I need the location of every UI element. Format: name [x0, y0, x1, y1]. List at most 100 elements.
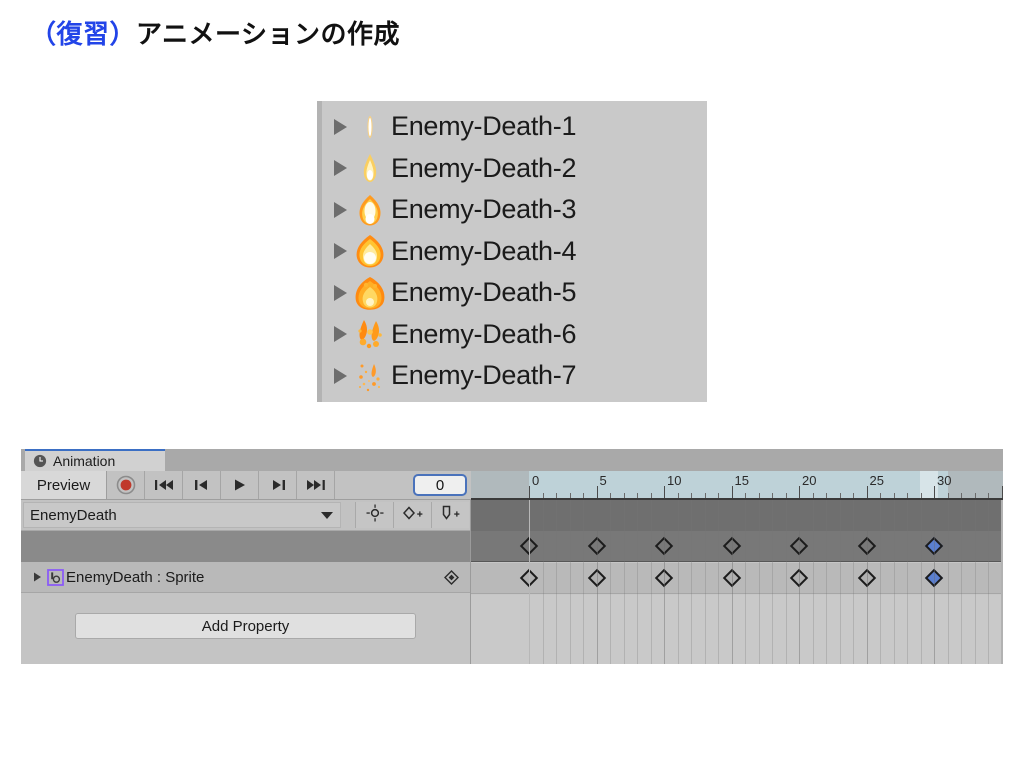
- ruler-major-tick: [1001, 486, 1003, 498]
- current-frame-input[interactable]: 0: [413, 474, 467, 496]
- dopesheet-grid-line: [947, 500, 949, 664]
- sprite-list-item[interactable]: Enemy-Death-7: [327, 355, 576, 396]
- sprite-thumbnail: [353, 359, 387, 393]
- dopesheet[interactable]: [471, 500, 1003, 664]
- sprite-list-item[interactable]: Enemy-Death-4: [327, 231, 576, 272]
- ruler-major-tick: [664, 486, 665, 498]
- ruler-major-tick: [529, 486, 530, 498]
- triangle-right-icon[interactable]: [327, 106, 353, 147]
- triangle-right-icon[interactable]: [327, 189, 353, 230]
- sprite-name-label: Enemy-Death-1: [391, 111, 577, 141]
- dopesheet-header-strip: [471, 500, 1003, 531]
- dopesheet-grid-line: [529, 500, 530, 664]
- triangle-right-icon[interactable]: [327, 314, 353, 355]
- sprite-thumbnail: [353, 110, 387, 144]
- dopesheet-grid-line: [637, 500, 638, 664]
- play-button[interactable]: [221, 471, 259, 499]
- ruler-minor-tick: [583, 493, 584, 498]
- sprite-name-label: Enemy-Death-6: [391, 318, 577, 349]
- tab-animation-label: Animation: [53, 453, 116, 469]
- triangle-right-icon[interactable]: [327, 148, 353, 189]
- dopesheet-summary-row[interactable]: [471, 531, 1003, 562]
- sprite-list-panel: Enemy-Death-1 Enemy-Death-2 Enemy-Death-3 E…: [317, 101, 707, 402]
- tab-bar: Animation: [21, 449, 1003, 471]
- ruler-minor-tick: [650, 493, 652, 498]
- ruler-minor-tick: [880, 493, 881, 498]
- ruler-minor-tick: [542, 493, 544, 498]
- property-row-sprite[interactable]: EnemyDeath : Sprite: [21, 562, 471, 593]
- sprite-list-item[interactable]: Enemy-Death-2: [327, 148, 576, 189]
- clip-name-label: EnemyDeath: [30, 506, 117, 524]
- clock-icon: [33, 454, 47, 468]
- add-property-button[interactable]: Add Property: [75, 613, 416, 639]
- filter-by-selection-button[interactable]: [355, 502, 393, 528]
- skip-to-start-button[interactable]: [145, 471, 183, 499]
- ruler-tick-label: 0: [532, 473, 540, 488]
- dopesheet-grid-line: [731, 500, 733, 664]
- previous-keyframe-button[interactable]: [183, 471, 221, 499]
- step-back-icon: [193, 478, 211, 492]
- dopesheet-grid-line: [583, 500, 584, 664]
- triangle-right-icon[interactable]: [327, 272, 353, 313]
- dopesheet-grid-line: [974, 500, 976, 664]
- sprite-thumbnail: [353, 276, 387, 310]
- dopesheet-grid-line: [839, 500, 841, 664]
- ruler-minor-tick: [677, 493, 679, 498]
- skip-start-icon: [154, 478, 174, 492]
- sprite-thumbnail: [353, 317, 387, 351]
- ruler-tick-label: 20: [802, 473, 817, 488]
- next-keyframe-button[interactable]: [259, 471, 297, 499]
- ruler-minor-tick: [907, 493, 908, 498]
- dopesheet-grid-line: [934, 500, 935, 664]
- ruler-tick-label: 10: [667, 473, 682, 488]
- add-event-button[interactable]: [431, 502, 469, 528]
- triangle-right-icon[interactable]: [327, 231, 353, 272]
- add-keyframe-button[interactable]: [393, 502, 431, 528]
- dopesheet-grid-line: [745, 500, 746, 664]
- page-title-prefix: （復習）: [30, 19, 137, 49]
- sprite-thumbnail: [353, 151, 387, 185]
- ruler-tick-label: 30: [937, 473, 952, 488]
- ruler-major-tick: [866, 486, 868, 498]
- clip-dropdown[interactable]: EnemyDeath: [23, 502, 341, 528]
- dopesheet-grid-line: [880, 500, 881, 664]
- ruler-minor-tick: [745, 493, 746, 498]
- triangle-right-icon[interactable]: [27, 571, 47, 583]
- clip-selector-row: EnemyDeath: [21, 500, 471, 531]
- record-circle-icon: [116, 475, 136, 495]
- sprite-name-label: Enemy-Death-4: [391, 235, 577, 266]
- triangle-right-icon[interactable]: [327, 355, 353, 396]
- diamond-plus-icon: [402, 504, 424, 527]
- ruler-minor-tick: [947, 493, 949, 498]
- dopesheet-grid-line: [569, 500, 571, 664]
- dopesheet-grid-line: [785, 500, 787, 664]
- chevron-down-icon: [320, 507, 334, 524]
- ruler-minor-tick: [691, 493, 692, 498]
- vertical-scrollbar[interactable]: [1001, 500, 1003, 664]
- animation-clip-icon: [47, 568, 64, 586]
- sprite-list-item[interactable]: Enemy-Death-1: [327, 106, 576, 147]
- ruler-tick-label: 5: [599, 473, 607, 488]
- hierarchy-summary-row: [21, 531, 471, 562]
- sprite-list-item[interactable]: Enemy-Death-6: [327, 314, 576, 355]
- ruler-minor-tick: [610, 493, 611, 498]
- sprite-thumbnail: [353, 234, 387, 268]
- ruler-minor-tick: [758, 493, 760, 498]
- preview-button[interactable]: Preview: [21, 471, 107, 499]
- diamond-icon[interactable]: [444, 570, 459, 590]
- dopesheet-grid-line: [961, 500, 962, 664]
- record-button[interactable]: [107, 471, 145, 499]
- ruler-minor-tick: [772, 493, 773, 498]
- dopesheet-grid-line: [691, 500, 692, 664]
- dopesheet-grid-line: [920, 500, 922, 664]
- sprite-name-label: Enemy-Death-2: [391, 152, 577, 183]
- dopesheet-grid-line: [799, 500, 800, 664]
- sprite-list-item[interactable]: Enemy-Death-5: [327, 272, 576, 313]
- timeline-ruler[interactable]: 0 5 10 15 20 25 30: [471, 471, 1003, 500]
- dopesheet-property-row[interactable]: [471, 563, 1003, 594]
- tab-animation[interactable]: Animation: [25, 449, 165, 471]
- dopesheet-grid-line: [623, 500, 625, 664]
- sprite-list-item[interactable]: Enemy-Death-3: [327, 189, 576, 230]
- skip-to-end-button[interactable]: [297, 471, 335, 499]
- timeline-range-end-handle[interactable]: [920, 471, 938, 498]
